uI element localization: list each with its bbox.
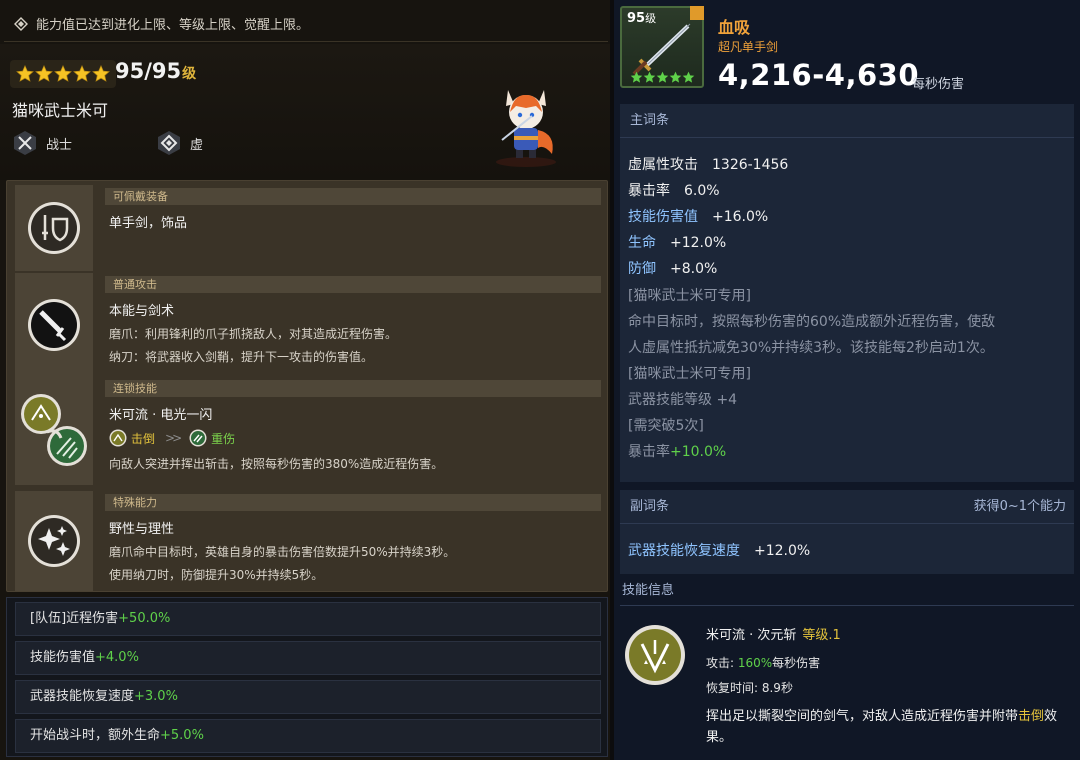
sword-icon — [632, 23, 691, 76]
star-icon — [16, 65, 34, 82]
skill-name: 米可流 · 次元斩 等级.1 — [706, 628, 841, 643]
chain-skill-title: 米可流 · 电光一闪 — [109, 408, 213, 423]
weapon-type: 超凡单手剑 — [718, 40, 779, 54]
chain-from-label: 击倒 — [131, 431, 156, 446]
weapon-star-rating — [630, 71, 695, 84]
exclusive-desc-2: 人虚属性抵抗减免30%并持续3秒。该技能每2秒启动1次。 — [628, 340, 994, 356]
star-icon — [630, 71, 643, 83]
hero-star-rating — [10, 60, 116, 88]
special-ability-header: 特殊能力 — [105, 494, 601, 511]
passive-buff-list: [队伍]近程伤害+50.0% 技能伤害值+4.0% 武器技能恢复速度+3.0% … — [6, 597, 608, 757]
weapon-damage-unit: 每秒伤害 — [912, 77, 965, 92]
special-ability-desc-2: 使用纳刀时，防御提升30%并持续5秒。 — [109, 568, 324, 582]
rarity-corner-icon — [690, 6, 704, 20]
stat-line: 虚属性攻击 1326-1456 — [628, 157, 789, 173]
sparkle-icon — [28, 515, 80, 567]
main-stats-box: 主词条 虚属性攻击 1326-1456 暴击率 6.0% 技能伤害值 +16.0% 生… — [620, 104, 1074, 482]
chain-skill-row: 连锁技能 米可流 · 电光一闪 击倒 >> 重伤 向敌人突进并挥出斩击，按照每秒… — [15, 377, 603, 489]
sub-stats-note: 获得0~1个能力 — [973, 499, 1066, 514]
star-icon — [669, 71, 682, 83]
exclusive-desc-1: 命中目标时，按照每秒伤害的60%造成额外近程伤害，使敌 — [628, 314, 996, 330]
hero-name: 猫咪武士米可 — [12, 101, 109, 120]
sub-stat-line: 武器技能恢复速度 +12.0% — [628, 543, 811, 559]
knockdown-icon — [109, 429, 127, 447]
buff-row: 开始战斗时，额外生命+5.0% — [15, 719, 601, 753]
limit-notice: 能力值已达到进化上限、等级上限、觉醒上限。 — [4, 6, 608, 42]
normal-attack-title: 本能与剑术 — [109, 304, 175, 319]
crossed-swords-icon — [14, 131, 36, 155]
skill-description: 挥出足以撕裂空间的剑气，对敌人造成近程伤害并附带击倒效果。 — [706, 709, 1058, 745]
weapon-level: 95级 — [627, 11, 657, 26]
weapon-name: 血吸 — [718, 18, 751, 37]
buff-row: [队伍]近程伤害+50.0% — [15, 602, 601, 636]
equipment-row: 可佩戴装备 单手剑，饰品 — [15, 185, 603, 271]
hero-header: 95/95级 猫咪武士米可 战士 虚 — [0, 44, 610, 180]
buff-row: 技能伤害值+4.0% — [15, 641, 601, 675]
class-tag: 战士 — [12, 130, 72, 156]
special-ability-row: 特殊能力 野性与理性 磨爪命中目标时，英雄自身的暴击伤害倍数提升50%并持续3秒… — [15, 491, 603, 591]
chain-to-label: 重伤 — [211, 431, 236, 446]
star-icon — [656, 71, 669, 83]
notice-text: 能力值已达到进化上限、等级上限、觉醒上限。 — [36, 18, 310, 33]
void-element-icon — [158, 131, 180, 155]
main-stats-header: 主词条 — [620, 104, 1074, 138]
breakthrough-requirement: [需突破5次] — [628, 418, 704, 434]
locked-crit-line: 暴击率+10.0% — [628, 444, 727, 460]
weapon-thumbnail[interactable]: 95级 — [620, 6, 704, 88]
special-ability-desc-1: 磨爪命中目标时，英雄自身的暴击伤害倍数提升50%并持续3秒。 — [109, 545, 456, 559]
equipment-header: 可佩戴装备 — [105, 188, 601, 205]
buff-row: 武器技能恢复速度+3.0% — [15, 680, 601, 714]
special-ability-title: 野性与理性 — [109, 522, 175, 537]
hero-portrait — [496, 90, 556, 167]
ability-list: 可佩戴装备 单手剑，饰品 普通攻击 本能与剑术 磨爪：利用锋利的爪子抓挠敌人，对… — [6, 180, 608, 592]
star-icon — [54, 65, 72, 82]
stat-line: 技能伤害值 +16.0% — [628, 209, 769, 225]
chain-skill-desc: 向敌人突进并挥出斩击，按照每秒伤害的380%造成近程伤害。 — [109, 457, 444, 471]
chain-condition: 击倒 >> 重伤 — [109, 429, 235, 447]
chain-arrow: >> — [165, 431, 182, 445]
star-icon — [643, 71, 656, 83]
hero-info-panel: 能力值已达到进化上限、等级上限、觉醒上限。 95/95级 猫咪武士米可 战士 虚 — [0, 0, 610, 760]
star-icon — [92, 65, 110, 82]
skill-info-header: 技能信息 — [620, 578, 1074, 606]
normal-attack-desc-2: 纳刀：将武器收入剑鞘，提升下一攻击的伤害值。 — [109, 350, 374, 364]
hero-level: 95/95级 — [115, 59, 197, 83]
sword-shield-icon — [28, 202, 80, 254]
diamond-icon — [14, 16, 28, 31]
weapon-damage: 4,216-4,630 — [718, 58, 919, 92]
skill-attack: 攻击: 160%每秒伤害 — [706, 656, 821, 670]
skill-cooldown: 恢复时间: 8.9秒 — [706, 681, 793, 695]
weapon-info-panel: 95级 血吸 超凡单手剑 4,216-4,630 每秒伤害 主词条 虚属性攻击 1… — [614, 0, 1080, 760]
exclusive-label-2: [猫咪武士米可专用] — [628, 366, 751, 382]
star-icon — [35, 65, 53, 82]
exclusive-label-1: [猫咪武士米可专用] — [628, 288, 751, 304]
stat-line: 防御 +8.0% — [628, 261, 718, 277]
normal-attack-header: 普通攻击 — [105, 276, 601, 293]
equipment-text: 单手剑，饰品 — [109, 216, 188, 231]
dimension-slash-icon — [625, 625, 685, 685]
sword-slash-icon — [28, 299, 80, 351]
normal-attack-row: 普通攻击 本能与剑术 磨爪：利用锋利的爪子抓挠敌人，对其造成近程伤害。 纳刀：将… — [15, 273, 603, 377]
chain-skill-header: 连锁技能 — [105, 380, 601, 397]
sub-stats-box: 副词条 获得0~1个能力 武器技能恢复速度 +12.0% — [620, 490, 1074, 574]
stat-line: 暴击率 6.0% — [628, 183, 720, 199]
element-tag: 虚 — [156, 130, 203, 156]
star-icon — [73, 65, 91, 82]
stat-line: 生命 +12.0% — [628, 235, 727, 251]
chain-skill-icon — [21, 394, 87, 466]
normal-attack-desc-1: 磨爪：利用锋利的爪子抓挠敌人，对其造成近程伤害。 — [109, 327, 398, 341]
severe-wound-icon — [189, 429, 207, 447]
star-icon — [682, 71, 695, 83]
weapon-skill-level: 武器技能等级 +4 — [628, 392, 738, 408]
